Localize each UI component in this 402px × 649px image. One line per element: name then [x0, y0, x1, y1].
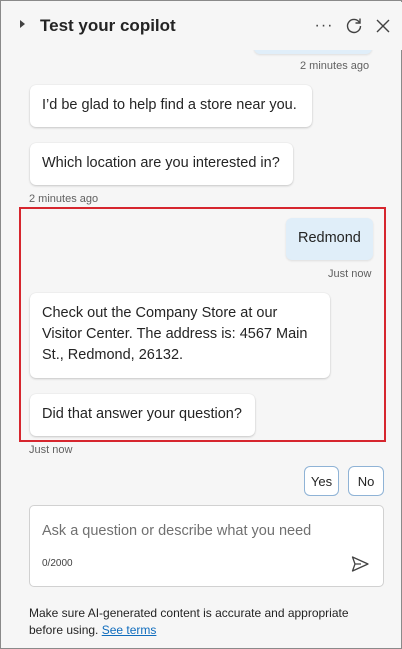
message-timestamp: Just now: [29, 444, 73, 456]
highlight-box: [19, 207, 386, 442]
message-timestamp: 2 minutes ago: [29, 193, 99, 205]
user-message-partial: [254, 50, 372, 54]
quick-reply-yes-button[interactable]: Yes: [304, 466, 339, 496]
message-composer: 0/2000: [29, 505, 384, 587]
expand-caret-icon[interactable]: [20, 20, 25, 28]
message-timestamp: 2 minutes ago: [300, 60, 370, 72]
ai-disclaimer: Make sure AI-generated content is accura…: [29, 605, 379, 639]
bot-message: Which location are you interested in?: [30, 143, 293, 185]
disclaimer-text: Make sure AI-generated content is accura…: [29, 606, 349, 637]
see-terms-link[interactable]: See terms: [102, 623, 157, 637]
quick-reply-no-button[interactable]: No: [348, 466, 384, 496]
more-options-button[interactable]: ···: [312, 14, 336, 38]
send-icon[interactable]: [348, 552, 372, 576]
pane-title: Test your copilot: [40, 16, 176, 35]
pane-header: Test your copilot ···: [2, 2, 402, 50]
close-icon[interactable]: [371, 14, 395, 38]
refresh-icon[interactable]: [342, 14, 366, 38]
bot-message: I’d be glad to help find a store near yo…: [30, 85, 312, 127]
message-input[interactable]: [42, 521, 342, 541]
character-counter: 0/2000: [42, 558, 73, 569]
copilot-test-pane: Test your copilot ··· 2 minutes ago I’d …: [0, 0, 402, 649]
